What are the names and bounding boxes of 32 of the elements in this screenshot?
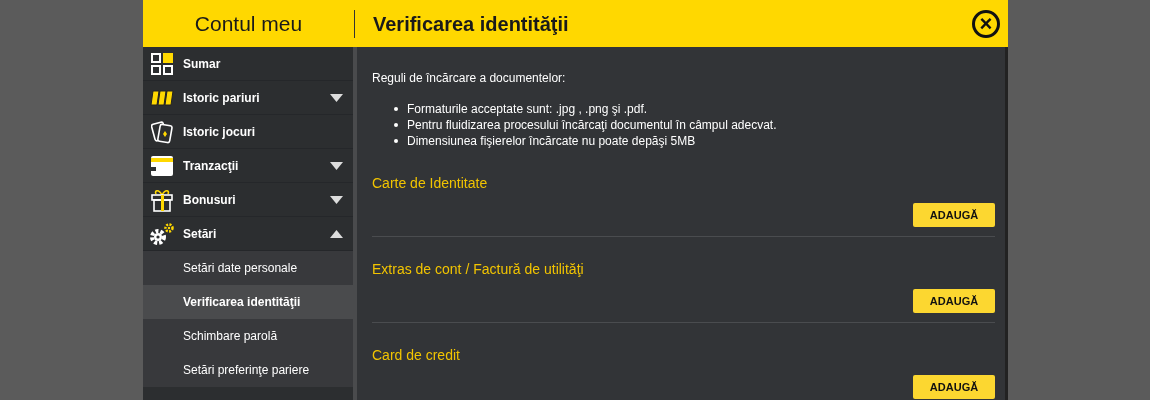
wallet-icon xyxy=(151,155,173,176)
submenu-item[interactable]: Schimbare parolă xyxy=(143,319,353,353)
submenu-item[interactable]: Verificarea identităţii xyxy=(143,285,353,319)
tickets-icon xyxy=(150,89,174,106)
document-title: Carte de Identitate xyxy=(372,174,488,193)
close-button[interactable]: × xyxy=(972,9,1000,38)
document-title: Extras de cont / Factură de utilităţi xyxy=(372,260,584,279)
rules-intro: Reguli de încărcare a documentelor: xyxy=(372,70,567,87)
page-title: Verificarea identităţii xyxy=(373,11,570,37)
grid-icon xyxy=(151,52,173,75)
rule-text: Pentru fluidizarea procesului încărcaţi documentul în câmpul adecvat. xyxy=(407,117,777,133)
sidebar-item[interactable]: Sumar xyxy=(143,47,353,81)
add-button[interactable]: ADAUGĂ xyxy=(913,375,995,399)
bullet-icon xyxy=(394,139,398,143)
rule-text: Dimensiunea fişierelor încărcate nu poate depăşi 5MB xyxy=(407,133,696,149)
scrollbar[interactable] xyxy=(1005,47,1008,400)
gift-icon xyxy=(151,187,173,212)
document-title: Card de credit xyxy=(372,346,460,365)
cards-icon xyxy=(151,119,173,144)
rule-text: Formaturile acceptate sunt: .jpg , .png şi .pdf. xyxy=(407,101,648,117)
account-title: Contul meu xyxy=(194,10,303,37)
submenu-item[interactable]: Setări date personale xyxy=(143,251,353,285)
sidebar-item[interactable]: Tranzacţii xyxy=(143,149,353,183)
sidebar-item[interactable]: Istoric pariuri xyxy=(143,81,353,115)
sidebar-item[interactable]: Istoric jocuri xyxy=(143,115,353,149)
submenu-item[interactable]: Setări preferinţe pariere xyxy=(143,353,353,387)
add-button[interactable]: ADAUGĂ xyxy=(913,203,995,227)
sidebar-item[interactable]: Bonusuri xyxy=(143,183,353,217)
bullet-icon xyxy=(394,107,398,111)
add-button[interactable]: ADAUGĂ xyxy=(913,289,995,313)
bullet-icon xyxy=(394,123,398,127)
gears-icon xyxy=(150,222,174,245)
